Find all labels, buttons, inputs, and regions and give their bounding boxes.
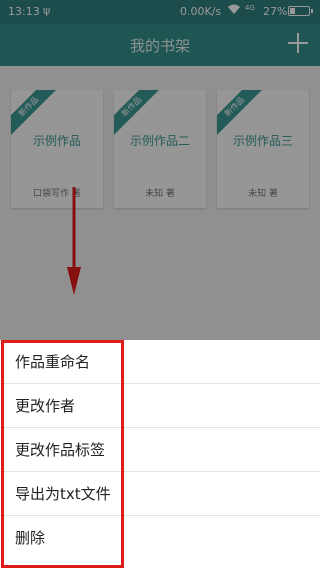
wifi-icon [227, 3, 241, 18]
usb-icon: ψ [43, 4, 51, 17]
menu-item-rename[interactable]: 作品重命名 [0, 340, 320, 384]
battery-icon [288, 6, 313, 16]
book-card[interactable]: 新作品 示例作品二 未知 著 [114, 90, 206, 208]
plus-icon[interactable] [286, 31, 310, 55]
menu-item-change-author[interactable]: 更改作者 [0, 384, 320, 428]
network-speed: 0.00K/s [180, 5, 222, 18]
context-menu-sheet: 作品重命名 更改作者 更改作品标签 导出为txt文件 删除 [0, 340, 320, 569]
annotation-arrow-icon [67, 187, 81, 295]
menu-item-change-tags[interactable]: 更改作品标签 [0, 428, 320, 472]
book-author: 未知 著 [248, 189, 278, 199]
battery-percent: 27% [263, 5, 288, 18]
bookshelf: 新作品 示例作品 口袋写作 著 新作品 示例作品二 未知 著 新作品 示例作品三… [0, 66, 320, 340]
menu-item-delete[interactable]: 删除 [0, 516, 320, 560]
book-card[interactable]: 新作品 示例作品 口袋写作 著 [11, 90, 103, 208]
book-author: 口袋写作 著 [33, 189, 81, 199]
book-card[interactable]: 新作品 示例作品三 未知 著 [217, 90, 309, 208]
book-title: 示例作品三 [232, 134, 293, 148]
book-title: 示例作品二 [129, 134, 190, 148]
book-title: 示例作品 [32, 134, 81, 148]
network-type: 4G [245, 4, 255, 12]
book-author: 未知 著 [145, 189, 175, 199]
status-bar: 13:13 ψ 0.00K/s 4G 27% [0, 0, 320, 24]
page-title: 我的书架 [129, 37, 190, 55]
menu-item-export-txt[interactable]: 导出为txt文件 [0, 472, 320, 516]
app-bar: 我的书架 [0, 24, 320, 66]
status-time: 13:13 [8, 5, 40, 18]
